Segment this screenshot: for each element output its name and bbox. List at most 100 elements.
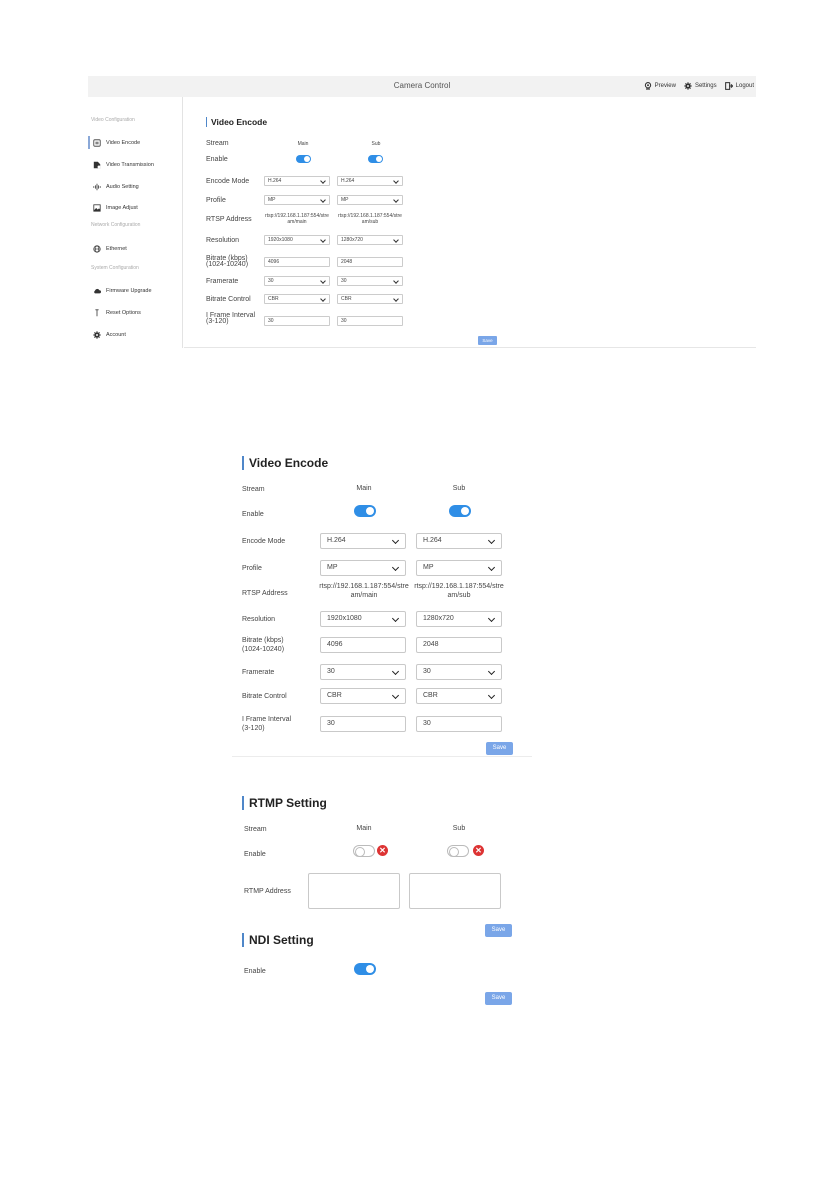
top-bar: Camera Control Preview Settings Logout	[88, 76, 756, 98]
sub-profile-select[interactable]: MP	[416, 560, 502, 576]
main-encode-mode-select[interactable]: H.264	[264, 176, 330, 186]
sidebar-item-label: Audio Setting	[106, 183, 139, 190]
nav-logout-label: Logout	[735, 83, 754, 89]
sub-encode-mode-select[interactable]: H.264	[416, 533, 502, 549]
sidebar-item-reset-options[interactable]: Reset Options	[88, 306, 182, 319]
nav-preview-label: Preview	[654, 83, 676, 89]
sidebar-item-label: Video Transmission	[106, 161, 154, 168]
main-iframe-input[interactable]: 30	[264, 316, 330, 326]
section-title: Video Encode	[206, 117, 267, 127]
sub-bitrate-input[interactable]: 2048	[337, 257, 403, 267]
video-encode-section: Video Encode Stream Main Sub Enable Enco…	[232, 450, 532, 760]
main-bitrate-input[interactable]: 4096	[264, 257, 330, 267]
main-resolution-select[interactable]: 1920x1080	[320, 611, 406, 627]
sidebar-item-account[interactable]: Account	[88, 328, 182, 341]
main-header: Main	[297, 141, 309, 147]
globe-icon	[93, 244, 101, 253]
reset-icon	[95, 308, 99, 316]
sub-rtsp-address: rtsp://192.168.1.187:554/stre am/sub	[338, 213, 402, 225]
sub-profile-select[interactable]: MP	[337, 195, 403, 205]
main-profile-select[interactable]: MP	[264, 195, 330, 205]
enable-label: Enable	[244, 851, 266, 858]
stream-label: Stream	[244, 826, 267, 833]
main-rtmp-address-input[interactable]	[308, 873, 400, 909]
save-button[interactable]: Save	[486, 742, 513, 755]
save-button[interactable]: Save	[478, 336, 497, 345]
main-enable-toggle[interactable]	[353, 845, 375, 857]
sub-framerate-select[interactable]: 30	[337, 276, 403, 286]
nav-settings-label: Settings	[694, 83, 717, 89]
error-icon: ✕	[377, 845, 388, 856]
main-header: Main	[356, 825, 372, 832]
logout-icon	[724, 82, 733, 90]
bitrate-label: Bitrate (kbps) (1024-10240)	[242, 637, 285, 653]
top-nav: Preview Settings Logout	[644, 80, 754, 98]
sidebar-item-label: Video Encode	[106, 139, 141, 146]
main-bitrate-control-select[interactable]: CBR	[264, 294, 330, 304]
sub-iframe-input[interactable]: 30	[337, 316, 403, 326]
main-bitrate-input[interactable]: 4096	[320, 637, 406, 653]
enable-label: Enable	[206, 156, 228, 163]
main-framerate-select[interactable]: 30	[264, 276, 330, 286]
nav-settings[interactable]: Settings	[683, 80, 717, 98]
sub-enable-toggle[interactable]	[368, 155, 383, 163]
section-title: RTMP Setting	[242, 796, 327, 810]
main-encode-mode-select[interactable]: H.264	[320, 533, 406, 549]
sub-rtmp-address-input[interactable]	[409, 873, 501, 909]
main-bitrate-control-select[interactable]: CBR	[320, 688, 406, 704]
divider	[232, 756, 532, 757]
sub-bitrate-control-select[interactable]: CBR	[416, 688, 502, 704]
sub-resolution-select[interactable]: 1280x720	[337, 235, 403, 245]
main-iframe-input[interactable]: 30	[320, 716, 406, 732]
cloud-icon	[94, 288, 101, 293]
sub-encode-mode-select[interactable]: H.264	[337, 176, 403, 186]
enable-label: Enable	[244, 968, 266, 975]
sub-framerate-select[interactable]: 30	[416, 664, 502, 680]
main-profile-select[interactable]: MP	[320, 560, 406, 576]
sub-iframe-input[interactable]: 30	[416, 716, 502, 732]
gear-icon	[93, 330, 101, 339]
sidebar-item-firmware-upgrade[interactable]: Firmware Upgrade	[88, 284, 182, 297]
audio-icon	[93, 183, 101, 190]
resolution-label: Resolution	[242, 616, 276, 623]
sidebar-item-image-adjust[interactable]: Image Adjust	[88, 201, 182, 214]
nav-logout[interactable]: Logout	[724, 80, 754, 92]
gear-icon	[684, 82, 692, 90]
sidebar-item-video-transmission[interactable]: Video Transmission	[88, 158, 182, 171]
sidebar-item-label: Image Adjust	[106, 204, 138, 211]
ndi-enable-toggle[interactable]	[354, 963, 376, 975]
main-resolution-select[interactable]: 1920x1080	[264, 235, 330, 245]
section-title: NDI Setting	[242, 933, 314, 947]
sidebar-item-ethernet[interactable]: Ethernet	[88, 242, 182, 255]
sidebar-item-video-encode[interactable]: Video Encode	[88, 136, 182, 149]
framerate-label: Framerate	[242, 669, 275, 676]
main-enable-toggle[interactable]	[354, 505, 376, 517]
sub-bitrate-input[interactable]: 2048	[416, 637, 502, 653]
video-transmission-icon	[93, 161, 101, 168]
sidebar-item-label: Firmware Upgrade	[106, 287, 152, 294]
encode-mode-label: Encode Mode	[242, 538, 286, 545]
sub-enable-toggle[interactable]	[447, 845, 469, 857]
bitrate-control-label: Bitrate Control	[242, 693, 287, 700]
sidebar-item-label: Reset Options	[106, 309, 141, 316]
sub-resolution-select[interactable]: 1280x720	[416, 611, 502, 627]
section-title: Video Encode	[242, 456, 328, 470]
nav-preview[interactable]: Preview	[644, 80, 676, 92]
sidebar-item-audio-setting[interactable]: Audio Setting	[88, 180, 182, 193]
main-enable-toggle[interactable]	[296, 155, 311, 163]
video-encode-icon	[93, 138, 101, 147]
webcam-icon	[644, 82, 651, 90]
save-button[interactable]: Save	[485, 992, 512, 1005]
main-framerate-select[interactable]: 30	[320, 664, 406, 680]
sub-bitrate-control-select[interactable]: CBR	[337, 294, 403, 304]
sub-header: Sub	[452, 825, 466, 832]
main-header: Main	[356, 485, 372, 492]
ndi-section: NDI Setting Enable Save	[232, 928, 532, 1008]
rtsp-address-label: RTSP Address	[242, 590, 288, 597]
rtmp-address-label: RTMP Address	[244, 888, 291, 895]
sub-enable-toggle[interactable]	[449, 505, 471, 517]
stream-label: Stream	[242, 486, 265, 493]
error-icon: ✕	[473, 845, 484, 856]
camera-control-screenshot: Camera Control Preview Settings Logout V…	[88, 76, 756, 348]
sidebar-section-video: Video Configuration	[91, 117, 135, 123]
